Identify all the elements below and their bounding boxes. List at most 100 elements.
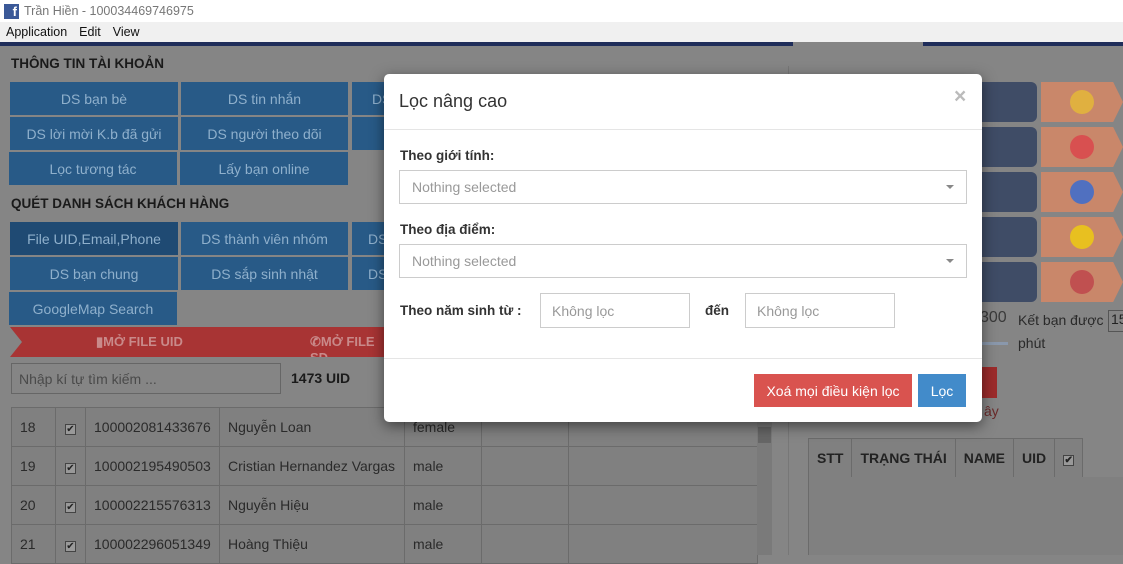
right-icon-button[interactable] bbox=[1041, 172, 1123, 212]
followers-button[interactable]: DS người theo dõi bbox=[181, 117, 348, 150]
row-cell bbox=[568, 524, 758, 564]
to-label: đến bbox=[705, 303, 730, 318]
divider bbox=[384, 129, 982, 130]
divider bbox=[923, 42, 1123, 46]
search-input[interactable]: Nhập kí tự tìm kiếm ... bbox=[11, 363, 281, 394]
row-checkbox[interactable]: ✔ bbox=[55, 446, 86, 486]
row-gender: male bbox=[404, 446, 482, 486]
add-friend-label: Kết bạn được bbox=[1018, 312, 1104, 328]
birth-year-label: Theo năm sinh từ : bbox=[400, 303, 522, 318]
row-stt: 20 bbox=[11, 485, 56, 525]
section-title-account: THÔNG TIN TÀI KHOẢN bbox=[11, 56, 164, 71]
right-icon-button[interactable] bbox=[1041, 217, 1123, 257]
menu-application[interactable]: Application bbox=[0, 25, 73, 39]
counter-value: 300 bbox=[980, 309, 1007, 326]
col-name: NAME bbox=[954, 438, 1015, 478]
divider bbox=[384, 358, 982, 359]
open-phone-file-button[interactable]: ✆MỞ FILE SĐ bbox=[310, 334, 390, 357]
table-row[interactable]: 20 ✔ 100002215576313 Nguyễn Hiệu male bbox=[11, 485, 758, 525]
menu-edit[interactable]: Edit bbox=[73, 25, 107, 39]
clear-filters-button[interactable]: Xoá mọi điều kiện lọc bbox=[754, 374, 912, 407]
divider bbox=[0, 42, 793, 46]
row-cell bbox=[568, 485, 758, 525]
table-row[interactable]: 19 ✔ 100002195490503 Cristian Hernandez … bbox=[11, 446, 758, 486]
select-all-checkbox[interactable]: ✔ bbox=[1054, 438, 1084, 478]
minute-label: phút bbox=[1018, 335, 1046, 351]
row-checkbox[interactable]: ✔ bbox=[55, 485, 86, 525]
row-uid: 100002296051349 bbox=[85, 524, 220, 564]
row-gender: male bbox=[404, 485, 482, 525]
col-stt: STT bbox=[807, 438, 853, 478]
window-title: Trần Hiền - 100034469746975 bbox=[24, 4, 194, 18]
filter-button[interactable]: Lọc bbox=[918, 374, 966, 407]
row-cell bbox=[568, 446, 758, 486]
row-cell bbox=[481, 446, 569, 486]
row-checkbox[interactable]: ✔ bbox=[55, 407, 86, 447]
menu-view[interactable]: View bbox=[107, 25, 146, 39]
row-name: Cristian Hernandez Vargas bbox=[219, 446, 405, 486]
row-cell bbox=[481, 485, 569, 525]
sent-requests-button[interactable]: DS lời mời K.b đã gửi bbox=[10, 117, 178, 150]
smiley-icon bbox=[1070, 225, 1094, 249]
col-uid: UID bbox=[1013, 438, 1056, 478]
user-block-icon bbox=[1070, 90, 1094, 114]
title-bar: f Trần Hiền - 100034469746975 bbox=[0, 0, 1123, 22]
slider[interactable] bbox=[980, 342, 1008, 345]
gender-select[interactable]: Nothing selected bbox=[399, 170, 967, 204]
row-stt: 19 bbox=[11, 446, 56, 486]
caret-down-icon bbox=[946, 185, 954, 189]
uid-table: 18 ✔ 100002081433676 Nguyễn Loan female … bbox=[11, 407, 758, 564]
uid-count: 1473 UID bbox=[291, 370, 351, 386]
right-icon-button[interactable] bbox=[1041, 127, 1123, 167]
place-label: Theo địa điểm: bbox=[400, 222, 496, 237]
messages-list-button[interactable]: DS tin nhắn bbox=[181, 82, 348, 115]
close-icon[interactable]: × bbox=[954, 85, 966, 109]
row-name: Nguyễn Hiệu bbox=[219, 485, 405, 525]
year-to-input[interactable]: Không lọc bbox=[745, 293, 895, 328]
scrollbar[interactable] bbox=[757, 407, 772, 555]
phone-icon: ✆ bbox=[310, 334, 321, 349]
users-remove-icon bbox=[1070, 180, 1094, 204]
row-gender: male bbox=[404, 524, 482, 564]
row-uid: 100002081433676 bbox=[85, 407, 220, 447]
place-select[interactable]: Nothing selected bbox=[399, 244, 967, 278]
modal-title: Lọc nâng cao bbox=[399, 91, 508, 111]
status-table: STT TRẠNG THÁI NAME UID ✔ bbox=[807, 438, 1084, 478]
birthday-list-button[interactable]: DS sắp sinh nhật bbox=[181, 257, 348, 290]
interaction-filter-button[interactable]: Lọc tương tác bbox=[9, 152, 177, 185]
add-friend-input[interactable]: 15 bbox=[1108, 310, 1123, 332]
section-title-scan: QUÉT DANH SÁCH KHÁCH HÀNG bbox=[11, 196, 230, 211]
user-check-icon bbox=[1070, 135, 1094, 159]
seconds-label: ây bbox=[984, 403, 999, 419]
row-checkbox[interactable]: ✔ bbox=[55, 524, 86, 564]
row-cell bbox=[481, 524, 569, 564]
menu-bar: Application Edit View bbox=[0, 22, 1123, 42]
row-name: Hoàng Thiệu bbox=[219, 524, 405, 564]
facebook-logo-icon: f bbox=[4, 3, 19, 19]
group-members-button[interactable]: DS thành viên nhóm bbox=[181, 222, 348, 255]
red-action-button[interactable] bbox=[982, 367, 997, 398]
scrollbar-thumb[interactable] bbox=[758, 427, 771, 443]
gender-label: Theo giới tính: bbox=[400, 148, 495, 163]
caret-down-icon bbox=[946, 259, 954, 263]
year-from-input[interactable]: Không lọc bbox=[540, 293, 690, 328]
mutual-friends-button[interactable]: DS bạn chung bbox=[10, 257, 178, 290]
googlemap-search-button[interactable]: GoogleMap Search bbox=[9, 292, 177, 325]
friends-list-button[interactable]: DS bạn bè bbox=[10, 82, 178, 115]
col-status: TRẠNG THÁI bbox=[851, 438, 956, 478]
row-stt: 21 bbox=[11, 524, 56, 564]
file-banner: ▮MỞ FILE UID ✆MỞ FILE SĐ bbox=[10, 327, 390, 357]
row-uid: 100002215576313 bbox=[85, 485, 220, 525]
file-uid-button[interactable]: File UID,Email,Phone bbox=[10, 222, 178, 255]
right-icon-button[interactable] bbox=[1041, 82, 1123, 122]
online-friends-button[interactable]: Lấy bạn online bbox=[180, 152, 348, 185]
advanced-filter-modal: Lọc nâng cao × Theo giới tính: Nothing s… bbox=[384, 74, 982, 422]
row-name: Nguyễn Loan bbox=[219, 407, 405, 447]
row-stt: 18 bbox=[11, 407, 56, 447]
open-uid-file-button[interactable]: ▮MỞ FILE UID bbox=[96, 334, 183, 350]
row-uid: 100002195490503 bbox=[85, 446, 220, 486]
right-icon-button[interactable] bbox=[1041, 262, 1123, 302]
friends-icon bbox=[1070, 270, 1094, 294]
status-table-body bbox=[808, 477, 1123, 555]
table-row[interactable]: 21 ✔ 100002296051349 Hoàng Thiệu male bbox=[11, 524, 758, 564]
